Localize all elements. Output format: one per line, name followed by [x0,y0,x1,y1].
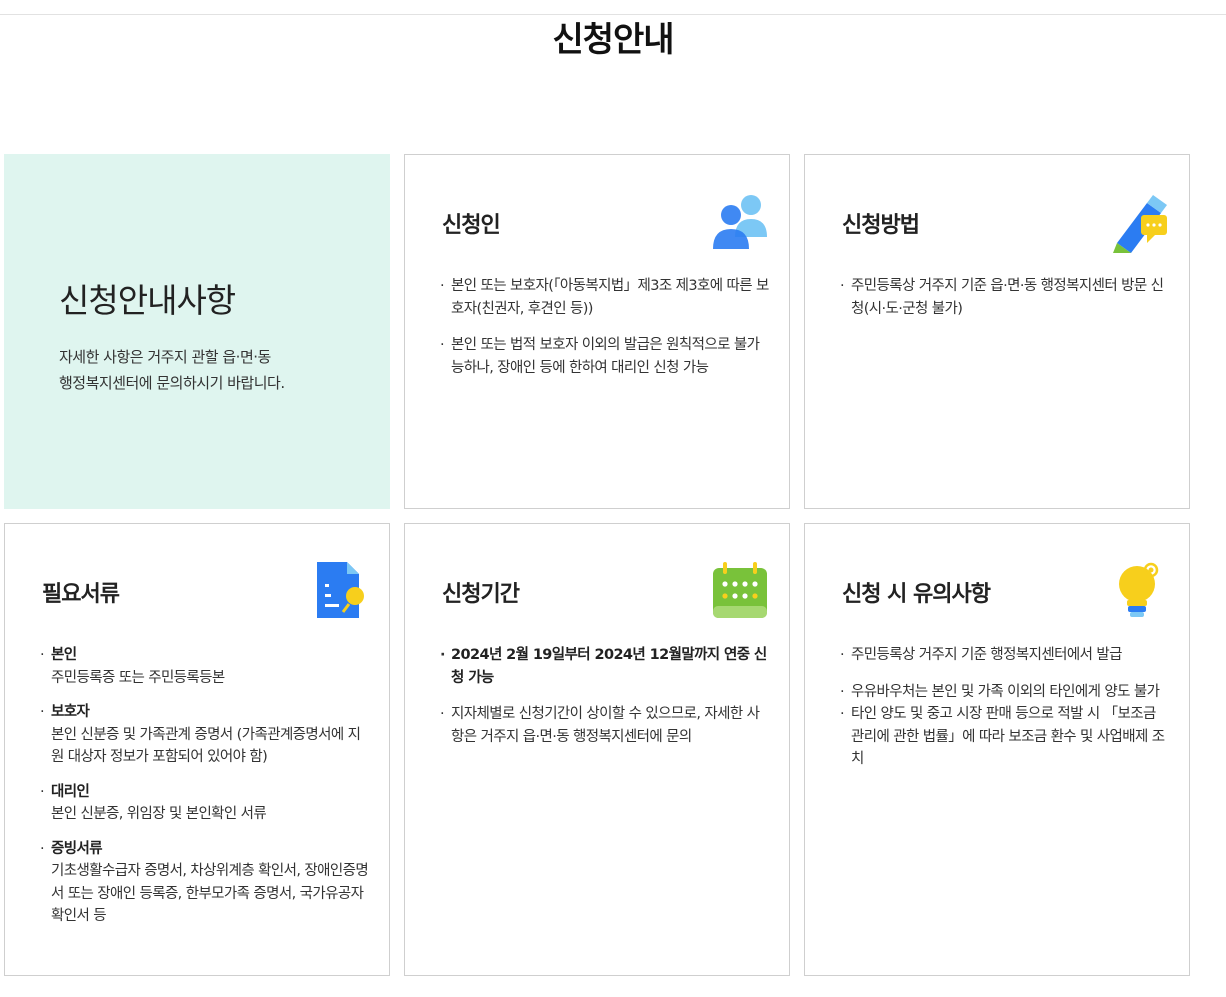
notice-card: 신청 시 유의사항 주민등록상 거주지 기준 행정복지센터에서 발급 우유바우처… [804,523,1190,976]
documents-card: 필요서류 본인 주민등록증 또는 주민등록등본 보호자 본인 신분증 및 가족관… [4,523,390,976]
doc-head: 대리인 [51,783,90,800]
doc-head: 보호자 [51,704,90,720]
doc-head: 본인 [51,647,77,663]
list-item: 본인 또는 보호자(「아동복지법」제3조 제3호에 따른 보호자(친권자, 후견… [440,275,772,320]
method-list: 주민등록상 거주지 기준 읍·면·동 행정복지센터 방문 신청(시·도·군청 불… [840,275,1172,334]
applicant-title: 신청인 [442,213,501,238]
page-title: 신청안내 [552,20,674,60]
period-card: 신청기간 2024년 2월 19일부터 2024년 12월말까지 연중 신청 가… [404,523,790,976]
document-search-icon [317,562,364,618]
applicant-card: 신청인 본인 또는 보호자(「아동복지법」제3조 제3호에 따른 보호자(친권자… [404,154,790,509]
list-item: 주민등록상 거주지 기준 행정복지센터에서 발급 [840,644,1172,667]
top-divider [0,14,1226,15]
doc-head: 증빙서류 [51,840,103,857]
list-item: 지자체별로 신청기간이 상이할 수 있으므로, 자세한 사항은 거주지 읍·면·… [440,703,772,748]
calendar-icon [713,562,767,618]
doc-body: 기초생활수급자 증명서, 차상위계층 확인서, 장애인증명서 또는 장애인 등록… [51,863,369,924]
documents-list: 본인 주민등록증 또는 주민등록등본 보호자 본인 신분증 및 가족관계 증명서… [40,644,372,940]
intro-card: 신청안내사항 자세한 사항은 거주지 관할 읍·면·동 행정복지센터에 문의하시… [4,154,390,509]
list-item: 타인 양도 및 중고 시장 판매 등으로 적발 시 「보조금 관리에 관한 법률… [840,703,1172,771]
people-icon [713,195,767,249]
doc-body: 본인 신분증 및 가족관계 증명서 (가족관계증명서에 지원 대상자 정보가 포… [51,726,361,766]
intro-description: 자세한 사항은 거주지 관할 읍·면·동 행정복지센터에 문의하시기 바랍니다. [59,344,359,396]
applicant-list: 본인 또는 보호자(「아동복지법」제3조 제3호에 따른 보호자(친권자, 후견… [440,275,772,393]
notice-list: 주민등록상 거주지 기준 행정복지센터에서 발급 우유바우처는 본인 및 가족 … [840,644,1172,785]
intro-desc-line2: 행정복지센터에 문의하시기 바랍니다. [59,374,285,392]
method-title: 신청방법 [842,213,920,238]
list-item: 대리인 본인 신분증, 위임장 및 본인확인 서류 [40,781,372,826]
list-item: 본인 또는 법적 보호자 이외의 발급은 원칙적으로 불가능하나, 장애인 등에… [440,334,772,379]
lightbulb-icon [1119,562,1159,617]
list-item: 2024년 2월 19일부터 2024년 12월말까지 연중 신청 가능 [440,644,772,689]
period-title: 신청기간 [442,582,520,607]
doc-body: 주민등록증 또는 주민등록등본 [51,669,225,686]
list-item: 증빙서류 기초생활수급자 증명서, 차상위계층 확인서, 장애인증명서 또는 장… [40,838,372,928]
list-item: 보호자 본인 신분증 및 가족관계 증명서 (가족관계증명서에 지원 대상자 정… [40,701,372,769]
period-list: 2024년 2월 19일부터 2024년 12월말까지 연중 신청 가능 지자체… [440,644,772,762]
list-item: 우유바우처는 본인 및 가족 이외의 타인에게 양도 불가 [840,681,1172,704]
method-card: 신청방법 주민등록상 거주지 기준 읍·면·동 행정복지센터 방문 신청(시·도… [804,154,1190,509]
intro-desc-line1: 자세한 사항은 거주지 관할 읍·면·동 [59,348,271,366]
list-item: 주민등록상 거주지 기준 읍·면·동 행정복지센터 방문 신청(시·도·군청 불… [840,275,1172,320]
intro-title: 신청안내사항 [59,281,236,320]
list-item: 본인 주민등록증 또는 주민등록등본 [40,644,372,689]
notice-title: 신청 시 유의사항 [842,582,991,607]
documents-title: 필요서류 [42,582,120,607]
doc-body: 본인 신분증, 위임장 및 본인확인 서류 [51,806,267,822]
pen-chat-icon [1113,195,1167,253]
